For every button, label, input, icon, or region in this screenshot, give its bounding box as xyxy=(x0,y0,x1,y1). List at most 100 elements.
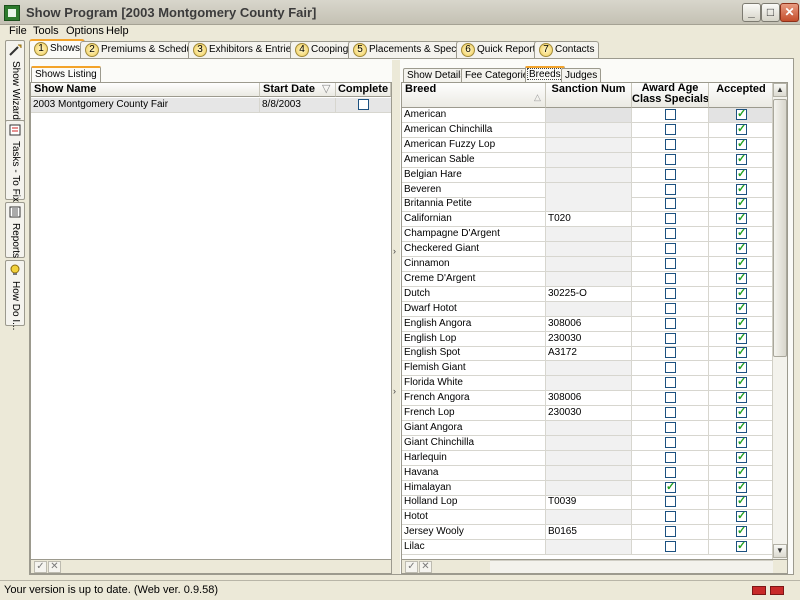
scroll-up-icon[interactable]: ▲ xyxy=(773,83,787,97)
award-checkbox[interactable] xyxy=(665,362,676,374)
accepted-checkbox[interactable] xyxy=(736,332,747,345)
column-header-show-name[interactable]: Show Name xyxy=(31,83,260,97)
award-checkbox[interactable] xyxy=(665,198,676,210)
accepted-checkbox[interactable] xyxy=(736,525,747,538)
accepted-checkbox[interactable] xyxy=(736,212,747,225)
table-row[interactable]: Lilac xyxy=(402,540,774,556)
accepted-checkbox[interactable] xyxy=(736,168,747,181)
confirm-icon[interactable]: ✓ xyxy=(405,561,418,573)
close-button[interactable]: ✕ xyxy=(780,3,799,22)
accepted-checkbox[interactable] xyxy=(736,227,747,240)
scroll-down-icon[interactable]: ▼ xyxy=(773,544,787,558)
award-checkbox[interactable] xyxy=(665,168,676,180)
sidebar-show-wizard[interactable]: Show Wizard xyxy=(5,40,25,130)
column-header-sanction-num[interactable]: Sanction Num xyxy=(546,83,632,108)
accepted-checkbox[interactable] xyxy=(736,451,747,464)
table-row[interactable]: Himalayan xyxy=(402,480,774,496)
table-row[interactable]: Giant Chinchilla xyxy=(402,435,774,451)
chevron-right-icon[interactable]: › xyxy=(393,386,396,396)
tab-shows-listing[interactable]: Shows Listing xyxy=(31,66,101,82)
table-row[interactable]: English Angora 308006 xyxy=(402,316,774,332)
accepted-checkbox[interactable] xyxy=(736,466,747,479)
table-row[interactable]: English Spot A3172 xyxy=(402,346,774,362)
accepted-checkbox[interactable] xyxy=(736,183,747,196)
award-checkbox[interactable] xyxy=(665,287,676,299)
accepted-checkbox[interactable] xyxy=(736,376,747,389)
accepted-checkbox[interactable] xyxy=(736,540,747,553)
award-checkbox[interactable] xyxy=(665,272,676,284)
confirm-icon[interactable]: ✓ xyxy=(34,561,47,573)
cancel-icon[interactable]: ✕ xyxy=(48,561,61,573)
award-checkbox[interactable] xyxy=(665,228,676,240)
table-row[interactable]: Holland Lop T0039 xyxy=(402,495,774,511)
award-checkbox[interactable] xyxy=(665,541,676,553)
award-checkbox[interactable] xyxy=(665,213,676,225)
accepted-checkbox[interactable] xyxy=(736,421,747,434)
award-checkbox[interactable] xyxy=(665,302,676,314)
tab-exhibitors-entries[interactable]: 3 Exhibitors & Entries xyxy=(188,41,302,58)
award-checkbox[interactable] xyxy=(665,183,676,195)
award-checkbox[interactable] xyxy=(665,153,676,165)
award-checkbox[interactable] xyxy=(665,421,676,433)
accepted-checkbox[interactable] xyxy=(736,123,747,136)
tab-cooping[interactable]: 4 Cooping xyxy=(290,41,354,58)
award-checkbox[interactable] xyxy=(665,317,676,329)
award-checkbox[interactable] xyxy=(665,466,676,478)
table-row[interactable]: Checkered Giant xyxy=(402,242,774,258)
award-checkbox[interactable] xyxy=(665,526,676,538)
award-checkbox[interactable] xyxy=(665,392,676,404)
accepted-checkbox[interactable] xyxy=(736,257,747,270)
menu-file[interactable]: File xyxy=(9,25,27,37)
vertical-scrollbar[interactable]: ▲ ▼ xyxy=(772,83,787,559)
cancel-icon[interactable]: ✕ xyxy=(419,561,432,573)
tab-contacts[interactable]: 7 Contacts xyxy=(534,41,600,58)
maximize-button[interactable]: □ xyxy=(761,3,780,22)
sidebar-how-do-i[interactable]: How Do I... xyxy=(5,260,25,330)
award-checkbox[interactable] xyxy=(665,138,676,150)
table-row[interactable]: Jersey Wooly B0165 xyxy=(402,525,774,541)
horizontal-scrollbar[interactable] xyxy=(490,560,773,573)
award-checkbox[interactable] xyxy=(665,123,676,135)
award-checkbox[interactable] xyxy=(665,436,676,448)
accepted-checkbox[interactable] xyxy=(736,406,747,419)
table-row[interactable]: French Lop 230030 xyxy=(402,406,774,421)
table-row[interactable]: American Fuzzy Lop xyxy=(402,137,774,153)
table-row[interactable]: Belgian Hare xyxy=(402,167,774,183)
table-row[interactable]: 2003 Montgomery County Fair 8/8/2003 xyxy=(31,98,391,113)
table-row[interactable]: Dutch 30225-O xyxy=(402,286,774,302)
award-checkbox[interactable] xyxy=(665,109,676,120)
award-checkbox[interactable] xyxy=(665,451,676,463)
sidebar-tasks[interactable]: Tasks - To Fix xyxy=(5,120,25,202)
table-row[interactable]: Flemish Giant xyxy=(402,361,774,377)
tab-breeds[interactable]: Breeds xyxy=(525,66,565,82)
accepted-checkbox[interactable] xyxy=(736,510,747,523)
award-checkbox[interactable] xyxy=(665,243,676,255)
complete-checkbox[interactable] xyxy=(358,99,369,110)
accepted-checkbox[interactable] xyxy=(736,481,747,494)
table-row[interactable]: American xyxy=(402,108,774,123)
accepted-checkbox[interactable] xyxy=(736,272,747,285)
table-row[interactable]: French Angora 308006 xyxy=(402,391,774,407)
column-header-start-date[interactable]: Start Date ▽ xyxy=(260,83,336,97)
table-row[interactable]: Dwarf Hotot xyxy=(402,301,774,317)
minimize-button[interactable]: _ xyxy=(742,3,761,22)
table-row[interactable]: Beveren xyxy=(402,182,774,198)
menu-tools[interactable]: Tools xyxy=(33,25,59,37)
award-checkbox[interactable] xyxy=(665,496,676,508)
tab-shows[interactable]: 1 Shows xyxy=(29,39,86,58)
scroll-thumb[interactable] xyxy=(773,99,787,357)
menu-options[interactable]: Options xyxy=(66,25,104,37)
accepted-checkbox[interactable] xyxy=(736,346,747,359)
panel-splitter[interactable]: › › xyxy=(392,60,400,574)
column-header-complete[interactable]: Complete xyxy=(336,83,391,97)
tab-judges[interactable]: Judges xyxy=(561,68,602,83)
award-checkbox[interactable] xyxy=(665,407,676,418)
accepted-checkbox[interactable] xyxy=(736,153,747,166)
accepted-checkbox[interactable] xyxy=(736,138,747,151)
award-checkbox[interactable] xyxy=(665,347,676,359)
award-checkbox[interactable] xyxy=(665,258,676,269)
table-row[interactable]: American Sable xyxy=(402,152,774,168)
table-row[interactable]: Florida White xyxy=(402,376,774,392)
accepted-checkbox[interactable] xyxy=(736,302,747,315)
award-checkbox[interactable] xyxy=(665,511,676,523)
